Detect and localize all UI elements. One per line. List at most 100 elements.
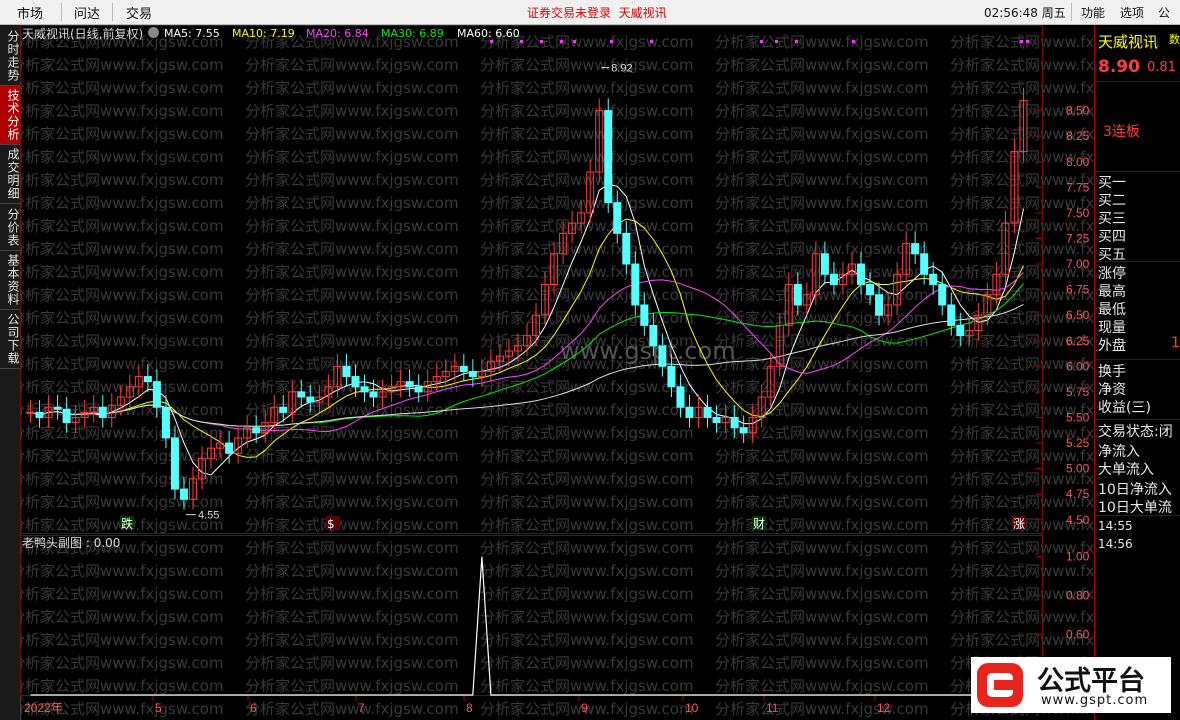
candle-body (468, 370, 477, 378)
menu-options[interactable]: 选项 (1120, 4, 1144, 21)
menu-formula[interactable]: 公 (1158, 4, 1170, 21)
watermark-text: 分析家公式网www.fxjgsw.com (480, 631, 694, 649)
watermark-text: 分析家公式网www.fxjgsw.com (480, 424, 694, 442)
watermark-text: 分析家公式网www.fxjgsw.com (20, 631, 224, 649)
watermark-text: 分析家公式网www.fxjgsw.com (715, 171, 929, 189)
candle-body (604, 110, 613, 204)
watermark-text: 分析家公式网www.fxjgsw.com (20, 148, 224, 166)
watermark-text: 分析家公式网www.fxjgsw.com (245, 194, 459, 212)
y-tick-label: 7.75 (1066, 180, 1090, 194)
watermark-text: 分析家公式网www.fxjgsw.com (480, 263, 694, 281)
candle-body (956, 324, 965, 337)
watermark-text: 分析家公式网www.fxjgsw.com (245, 562, 459, 580)
x-tick-label: 11 (766, 701, 779, 715)
settings-icon[interactable] (148, 27, 159, 38)
signal-dot (540, 40, 543, 43)
watermark-text: 分析家公式网www.fxjgsw.com (715, 194, 929, 212)
chart-title-text: 天威视讯(日线,前复权) (22, 27, 144, 41)
y-tick-label: 4.50 (1066, 513, 1090, 527)
watermark-text: 分析家公式网www.fxjgsw.com (20, 309, 224, 327)
x-tick-label: 2022年 (24, 701, 63, 715)
candle-body (658, 345, 667, 367)
waipan-value: 1! (1171, 335, 1180, 351)
quote-row-label: 最高 (1098, 284, 1126, 300)
signal-dot (490, 40, 493, 43)
quote-row-label: 外盘 (1098, 338, 1126, 354)
candle-body (649, 324, 658, 347)
menu-wenda[interactable]: 问达 (74, 3, 100, 22)
y-tick-label: 8.25 (1066, 129, 1090, 143)
candle-body (640, 304, 649, 326)
sub-chart-title: 老鸭头副图 : 0.00 (22, 536, 121, 550)
chart-area[interactable]: 分析家公式网www.fxjgsw.com 分析家公式网www.fxjgsw.com… (20, 25, 1094, 720)
y-tick-label: 6.75 (1066, 283, 1090, 297)
quote-row-label: 净流入 (1098, 444, 1140, 460)
menu-trade[interactable]: 交易 (126, 3, 152, 22)
watermark-text: 分析家公式网www.fxjgsw.com (20, 263, 224, 281)
quote-row-label: 净资 (1098, 382, 1126, 398)
y-tick-label: 6.00 (1066, 359, 1090, 373)
watermark-text: 分析家公式网www.fxjgsw.com (20, 585, 224, 603)
watermark-text: 分析家公式网www.fxjgsw.com (480, 79, 694, 97)
left-tab-column: 分时走势 技术分析 成交明细 分价表 基本资料 公司下载 (0, 25, 21, 720)
quote-row-label: 涨停 (1098, 266, 1126, 282)
candle-body (414, 386, 423, 393)
watermark-text: 分析家公式网www.fxjgsw.com (245, 263, 459, 281)
watermark-text: 分析家公式网www.fxjgsw.com (715, 516, 929, 534)
signal-dot (1026, 40, 1029, 43)
quote-row-label: 14:55 (1098, 519, 1133, 533)
watermark-text: 分析家公式网www.fxjgsw.com (715, 378, 929, 396)
watermark-text: 分析家公式网www.fxjgsw.com (20, 332, 224, 350)
candle-body (703, 406, 712, 418)
high-annotation: 8.92 (611, 63, 632, 75)
signal-dot (650, 40, 653, 43)
tab-trade-detail[interactable]: 成交明细 (0, 145, 20, 204)
watermark-text: 分析家公式网www.fxjgsw.com (715, 102, 929, 120)
watermark-text: 分析家公式网www.fxjgsw.com (20, 125, 224, 143)
watermark-text: 分析家公式网www.fxjgsw.com (245, 631, 459, 649)
watermark-text: 分析家公式网www.fxjgsw.com (20, 424, 224, 442)
chart-title: 天威视讯(日线,前复权) (22, 25, 143, 42)
watermark-text: 分析家公式网www.fxjgsw.com (20, 654, 224, 672)
watermark-text: 分析家公式网www.fxjgsw.com (245, 539, 459, 557)
watermark-text: 分析家公式网www.fxjgsw.com (480, 608, 694, 626)
menu-function[interactable]: 功能 (1081, 4, 1105, 21)
tab-fundamentals[interactable]: 基本资料 (0, 251, 20, 310)
watermark-text: www.gspt.com (560, 337, 736, 365)
watermark-text: 分析家公式网www.fxjgsw.com (245, 355, 459, 373)
watermark-text: 分析家公式网www.fxjgsw.com (480, 286, 694, 304)
watermark-text: 分析家公式网www.fxjgsw.com (20, 562, 224, 580)
candle-body (685, 406, 694, 418)
tab-company-download[interactable]: 公司下载 (0, 310, 20, 369)
watermark-text: 分析家公式网www.fxjgsw.com (245, 332, 459, 350)
login-notice[interactable]: 证券交易未登录 天威视讯 (527, 4, 667, 21)
candle-body (613, 202, 622, 234)
menu-market[interactable]: 市场 (17, 3, 43, 22)
candle-body (793, 284, 802, 306)
tab-price-table[interactable]: 分价表 (0, 204, 20, 251)
x-tick-label: 9 (581, 701, 588, 715)
tab-technical[interactable]: 技术分析 (0, 86, 20, 145)
signal-dot (852, 40, 855, 43)
tab-intraday[interactable]: 分时走势 (0, 27, 20, 86)
candle-body (53, 406, 62, 410)
signal-dot (795, 40, 798, 43)
watermark-layer: 分析家公式网www.fxjgsw.com 分析家公式网www.fxjgsw.com… (20, 33, 1094, 718)
watermark-text: 分析家公式网www.fxjgsw.com (480, 654, 694, 672)
watermark-text: 分析家公式网www.fxjgsw.com (245, 102, 459, 120)
candle-body (730, 416, 739, 429)
watermark-text: 分析家公式网www.fxjgsw.com (480, 240, 694, 258)
y-tick-label: 7.25 (1066, 231, 1090, 245)
quote-row-label: 交易状态:闭 (1098, 424, 1173, 440)
signal-dot (573, 40, 576, 43)
sub-y-tick-label: 0.80 (1066, 589, 1090, 603)
candle-body (929, 273, 938, 285)
y-tick-label: 8.50 (1066, 104, 1090, 118)
gspt-logo-mark (977, 663, 1023, 707)
candle-body (820, 253, 829, 275)
watermark-text: 分析家公式网www.fxjgsw.com (950, 562, 1094, 580)
divider (1095, 81, 1180, 82)
watermark-text: 分析家公式网www.fxjgsw.com (20, 677, 224, 695)
quote-row-label: 10日净流入 (1098, 482, 1172, 498)
candle-body (35, 411, 44, 418)
